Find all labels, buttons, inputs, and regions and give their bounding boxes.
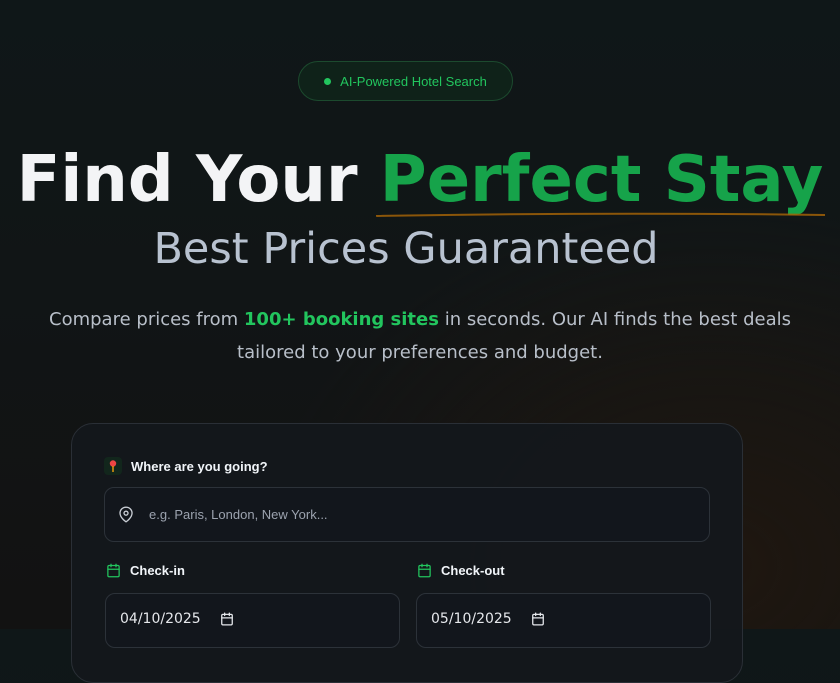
checkin-label-text: Check-in xyxy=(130,563,185,578)
headline-main: Find Your xyxy=(16,143,380,217)
destination-label: Where are you going? xyxy=(104,457,268,475)
hero-description: Compare prices from 100+ booking sites i… xyxy=(40,303,800,369)
checkin-value: 04/10/2025 xyxy=(120,611,201,627)
headline-accent: Perfect Stay xyxy=(375,138,826,222)
search-card: Where are you going? Check-in Check-out … xyxy=(71,423,743,683)
calendar-icon[interactable] xyxy=(220,612,234,626)
calendar-icon xyxy=(418,563,431,578)
checkout-value: 05/10/2025 xyxy=(431,611,512,627)
headline-accent-text: Perfect Stay xyxy=(379,143,824,217)
destination-label-text: Where are you going? xyxy=(131,458,268,474)
desc-before: Compare prices from xyxy=(49,309,244,330)
page-title: Find Your Perfect Stay xyxy=(0,138,840,222)
status-dot-icon xyxy=(324,77,332,85)
checkout-label: Check-out xyxy=(417,563,505,578)
calendar-icon xyxy=(107,563,120,578)
desc-highlight: 100+ booking sites xyxy=(243,309,439,330)
page-subtitle: Best Prices Guaranteed xyxy=(153,224,659,274)
checkout-field[interactable]: 05/10/2025 xyxy=(416,593,711,648)
map-pin-icon xyxy=(119,506,133,523)
pin-icon xyxy=(104,457,122,475)
calendar-icon[interactable] xyxy=(531,612,545,626)
ai-badge: AI-Powered Hotel Search xyxy=(298,61,513,101)
checkout-label-text: Check-out xyxy=(441,563,505,578)
destination-field[interactable] xyxy=(104,487,710,542)
badge-label: AI-Powered Hotel Search xyxy=(340,73,487,89)
underline-decoration xyxy=(375,212,826,217)
checkin-label: Check-in xyxy=(106,563,185,578)
checkin-field[interactable]: 04/10/2025 xyxy=(105,593,400,648)
destination-input[interactable] xyxy=(147,506,709,523)
